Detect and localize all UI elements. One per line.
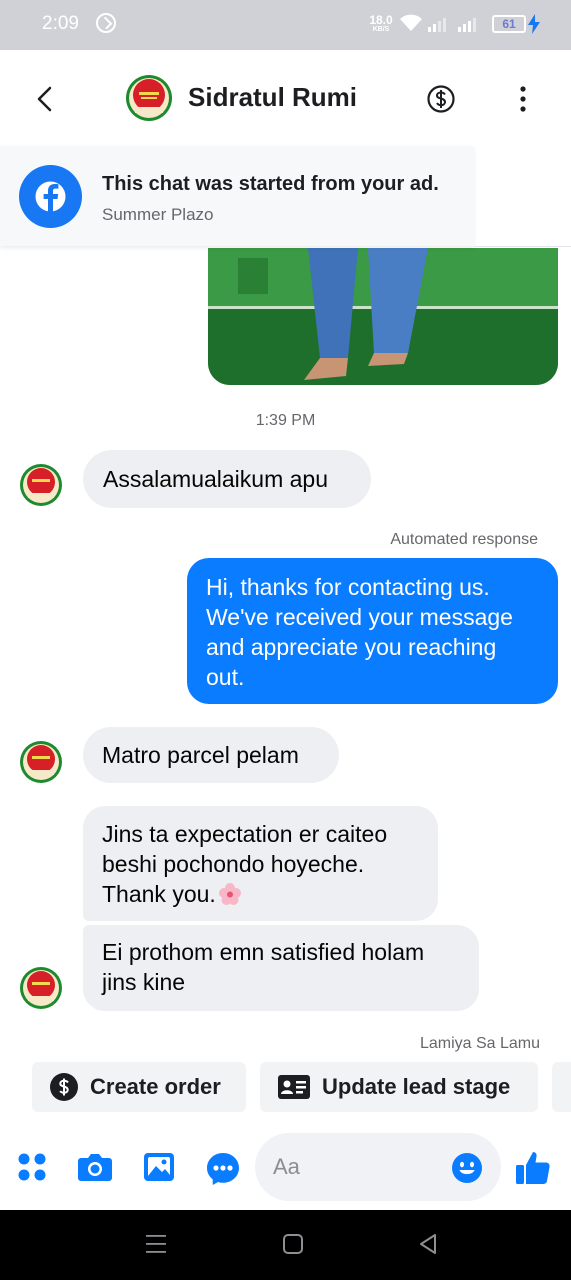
ad-banner-title: This chat was started from your ad. xyxy=(102,173,439,195)
automated-response-label: Automated response xyxy=(390,531,538,548)
message-text-line: and appreciate you reaching xyxy=(206,634,497,660)
message-text: Matro parcel pelam xyxy=(102,742,299,768)
message-text: Assalamualaikum apu xyxy=(103,466,329,492)
apps-icon[interactable] xyxy=(17,1152,47,1182)
ad-media-image[interactable] xyxy=(208,248,558,385)
sender-avatar[interactable] xyxy=(19,740,63,784)
update-lead-stage-label: Update lead stage xyxy=(322,1074,511,1099)
system-nav-bar xyxy=(0,1210,571,1280)
back-triangle-icon[interactable] xyxy=(417,1232,439,1256)
network-speed: 18.0 KB/S xyxy=(367,14,395,33)
camera-icon[interactable] xyxy=(77,1152,113,1182)
signal-icon xyxy=(428,16,446,32)
more-quick-action-button[interactable] xyxy=(552,1062,571,1112)
message-text-line: Thank you. xyxy=(102,879,419,909)
message-timestamp: 1:39 PM xyxy=(255,412,316,429)
message-bubble-incoming[interactable]: Jins ta expectation er caiteo beshi poch… xyxy=(83,806,438,921)
signal-icon-2 xyxy=(458,16,476,32)
banner-divider xyxy=(474,246,571,247)
dollar-circle-icon xyxy=(50,1073,78,1101)
message-bubble-incoming[interactable]: Ei prothom emn satisfied holam jins kine xyxy=(83,925,479,1011)
message-bubble-outgoing[interactable]: Hi, thanks for contacting us. We've rece… xyxy=(187,558,558,704)
seen-by-label: Lamiya Sa Lamu xyxy=(419,1035,540,1052)
message-bubble-incoming[interactable]: Matro parcel pelam xyxy=(83,727,339,783)
back-icon[interactable] xyxy=(28,82,62,116)
sticker-icon[interactable] xyxy=(206,1152,240,1186)
message-input[interactable] xyxy=(273,1151,443,1183)
gallery-icon[interactable] xyxy=(143,1152,175,1182)
battery-icon: 61 xyxy=(492,15,526,33)
menu-icon[interactable] xyxy=(145,1232,167,1256)
cherry-blossom-emoji xyxy=(218,883,241,905)
message-bubble-incoming[interactable]: Assalamualaikum apu xyxy=(83,450,371,508)
message-text-line: out. xyxy=(206,664,245,690)
message-composer xyxy=(0,1130,571,1210)
sender-avatar[interactable] xyxy=(19,463,63,507)
wifi-icon xyxy=(400,14,422,31)
message-text-line: Jins ta expectation er caiteo xyxy=(102,821,388,847)
charging-icon xyxy=(528,14,540,34)
message-text-line: We've received your message xyxy=(206,604,513,630)
contact-name[interactable]: Sidratul Rumi xyxy=(188,82,357,113)
dnd-icon xyxy=(96,13,116,33)
facebook-icon xyxy=(19,165,82,228)
message-text-line: beshi pochondo hoyeche. xyxy=(102,851,365,877)
battery-level: 61 xyxy=(502,17,516,31)
create-order-button[interactable]: Create order xyxy=(32,1062,246,1112)
sender-avatar[interactable] xyxy=(19,966,63,1010)
network-speed-unit: KB/S xyxy=(372,26,390,33)
home-icon[interactable] xyxy=(282,1232,304,1256)
message-text-line: Hi, thanks for contacting us. xyxy=(206,574,490,600)
status-time: 2:09 xyxy=(42,13,79,34)
more-icon[interactable] xyxy=(512,84,534,114)
status-bar: 2:09 18.0 KB/S 61 xyxy=(0,0,571,50)
message-text-line: Ei prothom emn satisfied holam xyxy=(102,939,425,965)
create-order-label: Create order xyxy=(90,1074,221,1099)
chat-header: Sidratul Rumi xyxy=(0,50,571,146)
emoji-icon[interactable] xyxy=(451,1152,483,1184)
message-text-line: jins kine xyxy=(102,969,186,995)
network-speed-value: 18.0 xyxy=(369,13,393,27)
message-text-fragment: Thank you. xyxy=(102,881,216,907)
id-card-icon xyxy=(278,1075,310,1099)
ad-origin-banner[interactable]: This chat was started from your ad. Summ… xyxy=(0,146,474,246)
update-lead-stage-button[interactable]: Update lead stage xyxy=(260,1062,538,1112)
dollar-icon[interactable] xyxy=(426,84,456,114)
ad-banner-subtitle: Summer Plazo xyxy=(102,205,214,224)
contact-avatar[interactable] xyxy=(125,74,173,122)
like-icon[interactable] xyxy=(515,1150,551,1186)
message-input-container[interactable] xyxy=(255,1133,501,1201)
